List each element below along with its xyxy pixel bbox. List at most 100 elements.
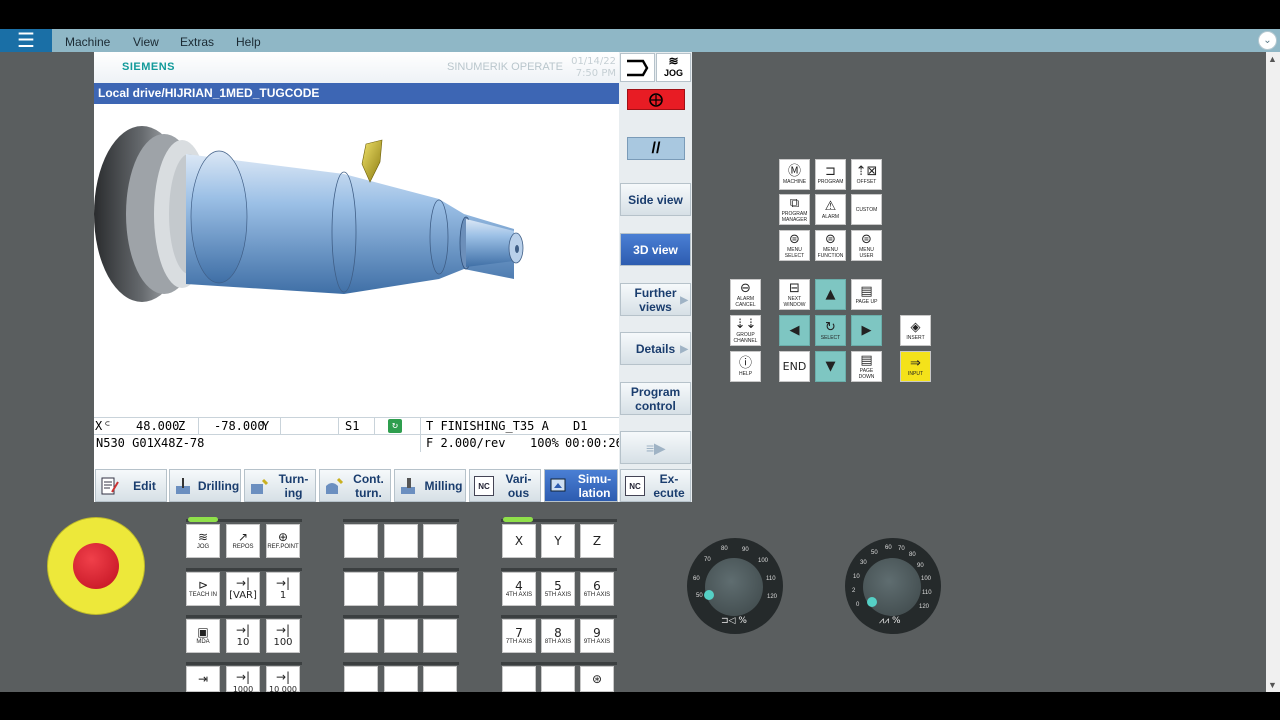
arrow-right-key[interactable]: ▶ (851, 315, 882, 346)
group-channel-label: GROUP CHANNEL (733, 331, 758, 344)
blank-key[interactable] (344, 524, 378, 558)
axis-5-key[interactable]: 5 5TH AXIS (541, 572, 575, 606)
blank-key[interactable] (423, 524, 457, 558)
axis-4-key[interactable]: 4 4TH AXIS (502, 572, 536, 606)
next-window-key[interactable]: ⊟ NEXT WINDOW (779, 279, 810, 310)
increment-10-key[interactable]: →| 10 (226, 619, 260, 653)
blank-key[interactable] (384, 524, 418, 558)
menu-user-key[interactable]: ⊜ MENU USER (851, 230, 882, 261)
blank-key[interactable] (344, 666, 378, 692)
mda-key[interactable]: ▣ MDA (186, 619, 220, 653)
axis-x-key[interactable]: X (502, 524, 536, 558)
alarm-key[interactable]: ⚠ ALARM (815, 194, 846, 225)
softkey-milling[interactable]: Milling (394, 469, 466, 502)
arrow-down-key[interactable]: ▼ (815, 351, 846, 382)
vertical-scrollbar[interactable]: ▲ ▼ (1266, 52, 1280, 692)
softkey-execute[interactable]: NC Ex-ecute (620, 469, 691, 502)
softkey-details[interactable]: Details ▶ (620, 332, 691, 365)
ref-point-key[interactable]: ⊕ REF.POINT (266, 524, 300, 558)
dial-scale-50: 50 (696, 593, 703, 599)
program-manager-key[interactable]: ⧉ PROGRAM MANAGER (779, 194, 810, 225)
increment-100-key[interactable]: →| 100 (266, 619, 300, 653)
menu-view[interactable]: View (133, 29, 159, 52)
blank-key[interactable] (384, 666, 418, 692)
arrow-up-key[interactable]: ▲ (815, 279, 846, 310)
increment-icon: →| (235, 575, 251, 590)
softkey-further-views[interactable]: Further views ▶ (620, 283, 691, 316)
custom-key[interactable]: CUSTOM (851, 194, 882, 225)
rapid-traverse-icon: ⊛ (591, 671, 603, 686)
menu-function-key[interactable]: ⊜ MENU FUNCTION (815, 230, 846, 261)
input-icon: ⇒ (910, 355, 921, 371)
drilling-label: Drilling (197, 478, 240, 493)
increment-10000-key[interactable]: →| 10 000 (266, 666, 300, 694)
menu-extras[interactable]: Extras (180, 29, 214, 52)
spindle-override-dial[interactable]: 50 60 70 80 90 100 110 120 ⊐◁ % (687, 538, 783, 634)
rapid-traverse-key[interactable]: ⊛ (580, 666, 614, 692)
emergency-stop-red-cap[interactable] (73, 543, 119, 589)
end-key[interactable]: END (779, 351, 810, 382)
insert-key[interactable]: ◈ INSERT (900, 315, 931, 346)
increment-1000-key[interactable]: →| 1000 (226, 666, 260, 694)
scroll-down-icon[interactable]: ▼ (1268, 680, 1277, 690)
z-axis-label: Z (178, 419, 186, 433)
var-increment-key[interactable]: →| [VAR] (226, 572, 260, 606)
hamburger-icon[interactable]: ☰ (0, 29, 52, 52)
help-key-label: HELP (738, 370, 753, 377)
softkey-side-view[interactable]: Side view (620, 183, 691, 216)
chevron-down-icon[interactable]: ⌄ (1258, 31, 1277, 50)
status-spacer (94, 452, 619, 467)
help-key[interactable]: ⓘ HELP (730, 351, 761, 382)
teach-in-key[interactable]: ⊳ TEACH IN (186, 572, 220, 606)
menu-help[interactable]: Help (236, 29, 261, 52)
simulation-viewport[interactable] (94, 104, 619, 417)
softkey-contour-turning[interactable]: Cont. turn. (319, 469, 391, 502)
blank-axis-key[interactable] (541, 666, 575, 692)
axis-y-key[interactable]: Y (541, 524, 575, 558)
alarm-cancel-key[interactable]: ⊖ ALARM CANCEL (730, 279, 761, 310)
softkey-more[interactable]: ≡▶ (620, 431, 691, 464)
axis-z-key[interactable]: Z (580, 524, 614, 558)
repos-key[interactable]: ↗ REPOS (226, 524, 260, 558)
arrow-left-key[interactable]: ◀ (779, 315, 810, 346)
softkey-turning[interactable]: Turn-ing (244, 469, 316, 502)
increment-100-label: 100 (273, 636, 293, 648)
axis-7-key[interactable]: 7 7TH AXIS (502, 619, 536, 653)
axis-6-key[interactable]: 6 6TH AXIS (580, 572, 614, 606)
blank-key[interactable] (423, 572, 457, 606)
group-channel-key[interactable]: ⇣⇣ GROUP CHANNEL (730, 315, 761, 346)
input-key[interactable]: ⇒ INPUT (900, 351, 931, 382)
blank-key[interactable] (384, 572, 418, 606)
increment-1-key[interactable]: →| 1 (266, 572, 300, 606)
menu-machine[interactable]: Machine (65, 29, 110, 52)
scroll-up-icon[interactable]: ▲ (1268, 54, 1277, 64)
axis-9-key[interactable]: 9 9TH AXIS (580, 619, 614, 653)
axis-8-key[interactable]: 8 8TH AXIS (541, 619, 575, 653)
select-key[interactable]: ↻ SELECT (815, 315, 846, 346)
increment-1000-label: 1000 (232, 685, 254, 694)
axis-y-label: Y (554, 534, 562, 548)
blank-key[interactable] (344, 572, 378, 606)
softkey-drilling[interactable]: Drilling (169, 469, 241, 502)
jog-key[interactable]: ≋ JOG (186, 524, 220, 558)
blank-key[interactable] (423, 666, 457, 692)
blank-key[interactable] (344, 619, 378, 653)
offset-key[interactable]: ⇡⊠ OFFSET (851, 159, 882, 190)
blank-key[interactable] (423, 619, 457, 653)
feed-override-dial[interactable]: 0 2 10 30 50 60 70 80 90 100 110 120 ⩘⩘ … (845, 538, 941, 634)
program-key-label: PROGRAM (817, 178, 844, 185)
softkey-simulation[interactable]: Simu-lation (544, 469, 618, 502)
softkey-program-control[interactable]: Program control (620, 382, 691, 415)
auto-key[interactable]: ⇥ (186, 666, 220, 692)
blank-axis-key[interactable] (502, 666, 536, 692)
menu-select-key[interactable]: ⊜ MENU SELECT (779, 230, 810, 261)
page-up-key[interactable]: ▤ PAGE UP (851, 279, 882, 310)
program-key[interactable]: ⊐ PROGRAM (815, 159, 846, 190)
softkey-3d-view[interactable]: 3D view (620, 233, 691, 266)
page-down-key[interactable]: ▤ PAGE DOWN (851, 351, 882, 382)
softkey-edit[interactable]: Edit (95, 469, 167, 502)
product-name: SINUMERIK OPERATE (447, 61, 563, 73)
machine-key[interactable]: Ⓜ MACHINE (779, 159, 810, 190)
softkey-various[interactable]: NC Vari-ous (469, 469, 541, 502)
blank-key[interactable] (384, 619, 418, 653)
